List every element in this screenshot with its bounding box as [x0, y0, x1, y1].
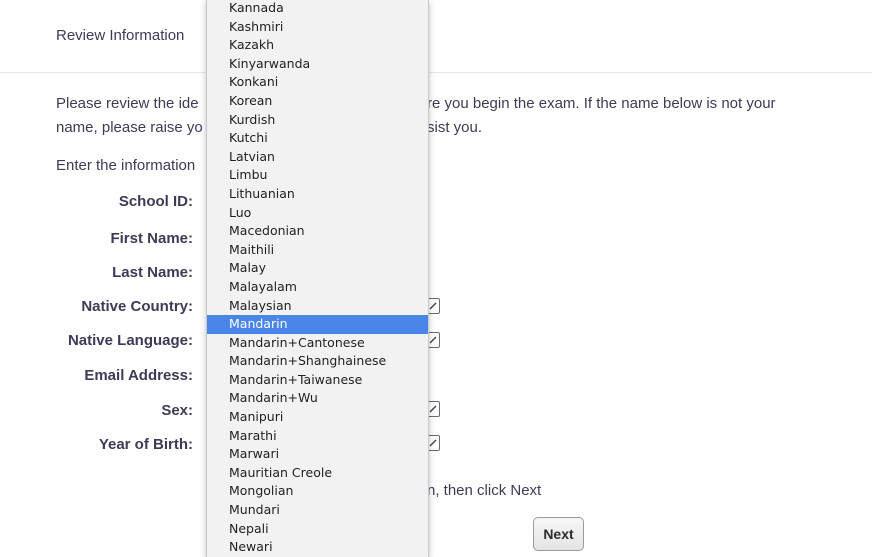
- language-option[interactable]: Kannada: [207, 0, 428, 18]
- intro-line-2-right: sist you.: [427, 119, 483, 136]
- language-option[interactable]: Mauritian Creole: [207, 464, 428, 483]
- language-option[interactable]: Lithuanian: [207, 185, 428, 204]
- instruction-text: n, then click Next: [427, 482, 542, 499]
- sex-label: Sex:: [161, 402, 193, 419]
- language-option[interactable]: Malayalam: [207, 278, 428, 297]
- language-option[interactable]: Mandarin: [207, 315, 428, 334]
- native-language-dropdown-list[interactable]: Kannada Kashmiri Kazakh Kinyarwanda Konkani K…: [206, 0, 429, 557]
- next-button[interactable]: Next: [533, 517, 584, 551]
- language-option[interactable]: Macedonian: [207, 222, 428, 241]
- language-option[interactable]: Mandarin+Taiwanese: [207, 371, 428, 390]
- language-option[interactable]: Konkani: [207, 73, 428, 92]
- language-option[interactable]: Kazakh: [207, 36, 428, 55]
- language-option[interactable]: Kutchi: [207, 129, 428, 148]
- native-language-label: Native Language:: [67, 332, 193, 349]
- language-option[interactable]: Marwari: [207, 445, 428, 464]
- language-option[interactable]: Manipuri: [207, 408, 428, 427]
- chevron-down-icon: [429, 439, 437, 447]
- language-option[interactable]: Mongolian: [207, 482, 428, 501]
- language-options: Kannada Kashmiri Kazakh Kinyarwanda Konkani K…: [207, 0, 428, 557]
- chevron-down-icon: [429, 302, 437, 310]
- intro-line-3-left: Enter the information: [56, 157, 196, 174]
- language-option[interactable]: Newari: [207, 538, 428, 557]
- email-address-label: Email Address:: [84, 367, 193, 384]
- language-option[interactable]: Mandarin+Wu: [207, 389, 428, 408]
- first-name-label: First Name:: [110, 230, 193, 247]
- language-option[interactable]: Kurdish: [207, 111, 428, 130]
- year-of-birth-label: Year of Birth:: [98, 436, 193, 453]
- school-id-label: School ID:: [118, 193, 193, 210]
- language-option[interactable]: Korean: [207, 92, 428, 111]
- intro-line-1-right: re you begin the exam. If the name below…: [427, 95, 776, 112]
- language-option[interactable]: Malaysian: [207, 297, 428, 316]
- language-option[interactable]: Marathi: [207, 427, 428, 446]
- language-option[interactable]: Kashmiri: [207, 18, 428, 37]
- language-option[interactable]: Latvian: [207, 148, 428, 167]
- language-option[interactable]: Nepali: [207, 520, 428, 539]
- language-option[interactable]: Limbu: [207, 166, 428, 185]
- page-title: Review Information: [56, 27, 185, 44]
- language-option[interactable]: Mandarin+Shanghainese: [207, 352, 428, 371]
- intro-line-2-left: name, please raise yo: [56, 119, 203, 136]
- native-country-label: Native Country:: [81, 298, 193, 315]
- language-option[interactable]: Luo: [207, 204, 428, 223]
- language-option[interactable]: Mandarin+Cantonese: [207, 334, 428, 353]
- language-option[interactable]: Maithili: [207, 241, 428, 260]
- language-option[interactable]: Malay: [207, 259, 428, 278]
- language-option[interactable]: Kinyarwanda: [207, 55, 428, 74]
- chevron-down-icon: [429, 336, 437, 344]
- intro-line-1-left: Please review the ide: [56, 95, 199, 112]
- chevron-down-icon: [429, 405, 437, 413]
- language-option[interactable]: Mundari: [207, 501, 428, 520]
- last-name-label: Last Name:: [112, 264, 193, 281]
